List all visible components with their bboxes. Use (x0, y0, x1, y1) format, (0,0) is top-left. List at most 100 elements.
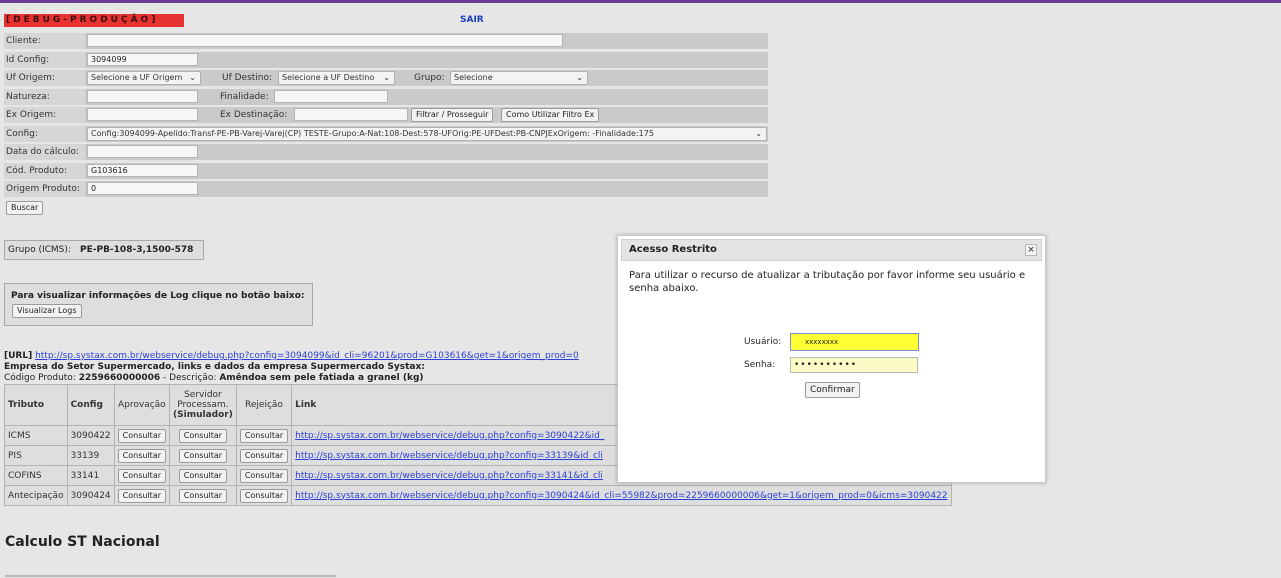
uf-origem-label: Uf Origem: (4, 70, 85, 86)
como-utilizar-filtro-button[interactable]: Como Utilizar Filtro Ex (501, 108, 600, 122)
close-icon[interactable]: × (1025, 244, 1037, 256)
ex-origem-label: Ex Origem: (4, 107, 85, 123)
filtrar-prosseguir-button[interactable]: Filtrar / Prosseguir (411, 108, 494, 122)
empresa-text: Empresa do Setor Supermercado, links e d… (4, 362, 425, 372)
codigo-line: Código Produto: 2259660000006 - Descriçã… (4, 373, 579, 384)
rejeicao-consultar-button[interactable]: Consultar (239, 428, 289, 443)
config-cell: 33141 (66, 465, 115, 486)
cliente-label: Cliente: (4, 33, 85, 49)
aprovacao-consultar-button[interactable]: Consultar (117, 428, 167, 443)
id-config-row: Id Config: 3094099 (4, 52, 768, 68)
cod-produto-row: Cód. Produto: G103616 (4, 163, 768, 179)
config-cell: 3090422 (66, 425, 115, 446)
cliente-row: Cliente: (4, 33, 768, 49)
config-cell: 33139 (66, 445, 115, 466)
url-tag: [URL] (4, 351, 33, 361)
codigo-value: 2259660000006 (78, 373, 161, 383)
codigo-label: Código Produto: (4, 373, 76, 383)
usuario-label: Usuário: (744, 337, 782, 347)
config-select-value: Config:3094099-Apelido:Transf-PE-PB-Vare… (91, 129, 654, 138)
debug-environment-banner: [DEBUG-PRODUÇÃO] (4, 14, 184, 27)
grupo-label: Grupo: (414, 73, 445, 83)
aprovacao-consultar-button[interactable]: Consultar (117, 488, 167, 503)
grupo-icms-value: PE-PB-108-3,1500-578 (80, 245, 194, 255)
uf-destino-select-value: Selecione a UF Destino (282, 73, 375, 82)
usuario-input[interactable]: xxxxxxxx (790, 333, 919, 351)
rejeicao-consultar-button[interactable]: Consultar (239, 488, 289, 503)
dialog-title: Acesso Restrito (629, 244, 717, 255)
col-servidor: Servidor Processam. (Simulador) (169, 384, 237, 426)
url-line: [URL] http://sp.systax.com.br/webservice… (4, 351, 579, 362)
calculo-st-title: Calculo ST Nacional (5, 534, 160, 550)
origem-produto-input[interactable]: 0 (87, 182, 198, 195)
logout-link[interactable]: SAIR (460, 15, 484, 25)
col-tributo: Tributo (4, 384, 68, 426)
data-calculo-label: Data do cálculo: (4, 144, 85, 160)
tributo-cell: COFINS (4, 465, 68, 486)
servidor-consultar-button[interactable]: Consultar (178, 468, 228, 483)
cod-produto-input[interactable]: G103616 (87, 164, 198, 177)
senha-label: Senha: (744, 360, 776, 370)
chevron-down-icon: ⌄ (755, 129, 762, 138)
data-calculo-input[interactable] (87, 145, 198, 158)
buscar-button[interactable]: Buscar (6, 201, 44, 215)
ex-row: Ex Origem: Ex Destinação: Filtrar / Pros… (4, 107, 768, 123)
chevron-down-icon: ⌄ (383, 73, 390, 82)
descricao-label: - Descrição: (163, 373, 217, 383)
servidor-consultar-button[interactable]: Consultar (178, 448, 228, 463)
grupo-icms-label: Grupo (ICMS): (8, 245, 71, 255)
col-servidor-line2: Processam. (177, 400, 229, 410)
tributo-cell: PIS (4, 445, 68, 466)
chevron-down-icon: ⌄ (189, 73, 196, 82)
url-block: [URL] http://sp.systax.com.br/webservice… (4, 351, 579, 384)
uf-destino-select[interactable]: Selecione a UF Destino ⌄ (278, 71, 395, 85)
col-servidor-line3: (Simulador) (173, 410, 233, 420)
origem-produto-label: Origem Produto: (4, 181, 85, 197)
row-link[interactable]: http://sp.systax.com.br/webservice/debug… (295, 471, 603, 481)
natureza-label: Natureza: (4, 89, 85, 105)
ex-destinacao-input[interactable] (294, 108, 408, 121)
ex-origem-input[interactable] (87, 108, 198, 121)
origem-produto-row: Origem Produto: 0 (4, 181, 768, 197)
uf-destino-label: Uf Destino: (222, 73, 273, 83)
acesso-restrito-dialog: Acesso Restrito × Para utilizar o recurs… (617, 235, 1046, 483)
grupo-icms-box: Grupo (ICMS): PE-PB-108-3,1500-578 (4, 240, 204, 260)
tributo-cell: ICMS (4, 425, 68, 446)
servidor-consultar-button[interactable]: Consultar (178, 428, 228, 443)
rejeicao-consultar-button[interactable]: Consultar (239, 448, 289, 463)
natureza-row: Natureza: Finalidade: (4, 89, 768, 105)
servidor-consultar-button[interactable]: Consultar (178, 488, 228, 503)
visualizar-logs-button[interactable]: Visualizar Logs (12, 304, 82, 318)
uf-origem-select-value: Selecione a UF Origem (91, 73, 183, 82)
table-row: Antecipação 3090424 Consultar Consultar … (4, 485, 952, 506)
grupo-select[interactable]: Selecione ⌄ (450, 71, 588, 85)
debug-url-link[interactable]: http://sp.systax.com.br/webservice/debug… (35, 351, 579, 361)
cliente-input[interactable] (87, 34, 563, 47)
finalidade-input[interactable] (274, 90, 388, 103)
aprovacao-consultar-button[interactable]: Consultar (117, 448, 167, 463)
log-box: Para visualizar informações de Log cliqu… (4, 283, 313, 326)
aprovacao-consultar-button[interactable]: Consultar (117, 468, 167, 483)
config-label: Config: (4, 126, 85, 142)
confirmar-button[interactable]: Confirmar (805, 382, 860, 398)
col-servidor-line1: Servidor (184, 390, 222, 400)
log-instruction: Para visualizar informações de Log cliqu… (11, 291, 305, 301)
id-config-input[interactable]: 3094099 (87, 53, 198, 66)
data-calculo-row: Data do cálculo: (4, 144, 768, 160)
natureza-input[interactable] (87, 90, 198, 103)
col-aprovacao: Aprovação (113, 384, 171, 426)
config-select[interactable]: Config:3094099-Apelido:Transf-PE-PB-Vare… (87, 127, 767, 141)
finalidade-label: Finalidade: (220, 92, 269, 102)
uf-origem-select[interactable]: Selecione a UF Origem ⌄ (87, 71, 201, 85)
col-config: Config (66, 384, 115, 426)
ex-destinacao-label: Ex Destinação: (220, 110, 288, 120)
rejeicao-consultar-button[interactable]: Consultar (239, 468, 289, 483)
grupo-select-value: Selecione (454, 73, 493, 82)
uf-row: Uf Origem: Selecione a UF Origem ⌄ Uf Des… (4, 70, 768, 86)
descricao-value: Amêndoa sem pele fatiada a granel (kg) (219, 373, 424, 383)
config-cell: 3090424 (66, 485, 115, 506)
row-link[interactable]: http://sp.systax.com.br/webservice/debug… (295, 431, 604, 441)
row-link[interactable]: http://sp.systax.com.br/webservice/debug… (295, 451, 603, 461)
row-link[interactable]: http://sp.systax.com.br/webservice/debug… (295, 491, 947, 501)
senha-input[interactable]: •••••••••• (790, 357, 918, 373)
